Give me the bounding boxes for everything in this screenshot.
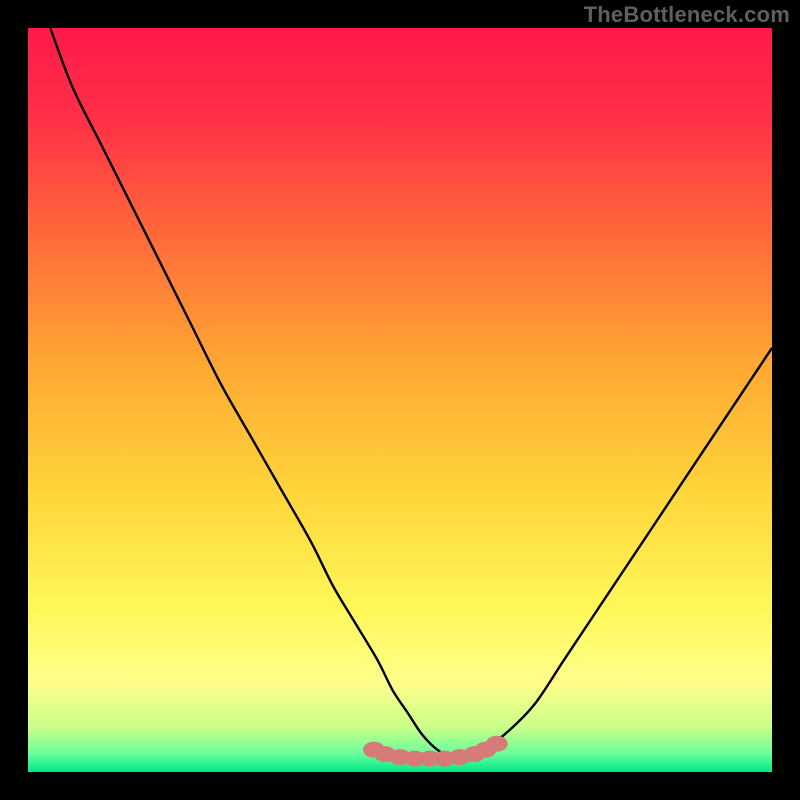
- gradient-background: [28, 28, 772, 772]
- chart-frame: TheBottleneck.com: [0, 0, 800, 800]
- watermark-text: TheBottleneck.com: [584, 2, 790, 28]
- chart-svg: [28, 28, 772, 772]
- bottom-marker: [486, 736, 508, 752]
- plot-area: [28, 28, 772, 772]
